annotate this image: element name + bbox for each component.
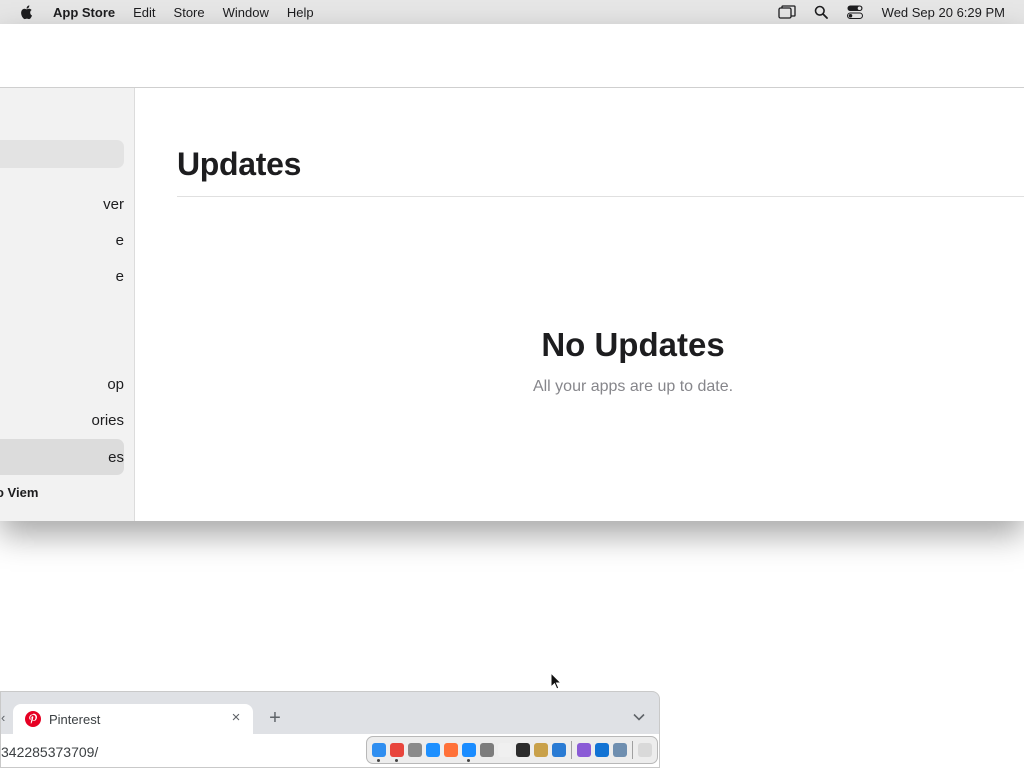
sidebar-item-develop[interactable]: op <box>0 369 124 399</box>
dock <box>366 736 658 764</box>
empty-state-title: No Updates <box>541 326 725 363</box>
window-titlebar[interactable] <box>0 24 1024 88</box>
page-title: Updates <box>177 146 302 182</box>
firefox-icon[interactable] <box>444 743 458 757</box>
app-store-window: ver e e op ories es o Viem Updates No Up… <box>0 24 1024 521</box>
finder-icon[interactable] <box>372 743 386 762</box>
tab-scroll-left[interactable]: ‹ <box>1 710 5 725</box>
sidebar-item-label: e <box>115 231 124 249</box>
apple-icon[interactable] <box>19 4 35 20</box>
chrome-icon[interactable] <box>390 743 404 762</box>
terminal-icon[interactable] <box>516 743 530 757</box>
launchpad-icon[interactable] <box>408 743 422 757</box>
title-divider <box>177 196 1024 197</box>
sidebar-item-label: ories <box>91 411 124 429</box>
chevron-down-icon[interactable] <box>631 709 647 725</box>
menu-window[interactable]: Window <box>223 5 269 20</box>
sidebar-search-field[interactable] <box>0 140 124 168</box>
sidebar-item-create[interactable]: e <box>0 261 124 291</box>
control-center-icon[interactable] <box>846 4 864 20</box>
main-content: Updates No Updates All your apps are up … <box>136 88 1024 521</box>
dock-running-indicator <box>467 759 470 762</box>
close-tab-icon[interactable]: × <box>229 710 243 725</box>
address-bar[interactable]: 342285373709/ <box>1 744 98 760</box>
screenshot-icon[interactable] <box>613 743 627 757</box>
sidebar-item-label: op <box>107 375 124 393</box>
empty-state-subtitle: All your apps are up to date. <box>532 378 734 395</box>
pinterest-icon <box>25 711 41 727</box>
outlook-icon[interactable] <box>595 743 609 757</box>
vscode-icon[interactable] <box>552 743 566 757</box>
spotlight-search-icon[interactable] <box>812 4 830 20</box>
mouse-cursor-icon <box>550 672 562 690</box>
menu-store[interactable]: Store <box>174 5 205 20</box>
menu-app-store[interactable]: App Store <box>53 5 115 20</box>
trash-icon[interactable] <box>638 743 652 757</box>
sidebar-item-label: e <box>115 267 124 285</box>
visual-studio-icon[interactable] <box>577 743 591 757</box>
menu-bar: App Store Edit Store Window Help Wed Sep <box>0 0 1024 24</box>
textedit-icon[interactable] <box>498 743 512 757</box>
browser-tab-pinterest[interactable]: Pinterest × <box>13 704 253 734</box>
menu-help[interactable]: Help <box>287 5 314 20</box>
sidebar-item-discover[interactable]: ver <box>0 189 124 219</box>
sidebar: ver e e op ories es o Viem <box>0 88 135 521</box>
sidebar-item-label: es <box>108 448 124 466</box>
new-tab-button[interactable]: + <box>265 707 285 729</box>
app-store-icon[interactable] <box>462 743 476 762</box>
sidebar-item-label: ver <box>103 195 124 213</box>
sidebar-item-categories[interactable]: ories <box>0 405 124 435</box>
dock-separator <box>571 741 572 759</box>
script-editor-icon[interactable] <box>534 743 548 757</box>
dock-running-indicator <box>395 759 398 762</box>
safari-icon[interactable] <box>426 743 440 757</box>
sidebar-item-updates[interactable]: es <box>0 439 124 475</box>
system-settings-icon[interactable] <box>480 743 494 757</box>
dock-separator <box>632 741 633 759</box>
menu-edit[interactable]: Edit <box>133 5 155 20</box>
dock-running-indicator <box>377 759 380 762</box>
menu-clock[interactable]: Wed Sep 20 6:29 PM <box>882 5 1005 20</box>
sidebar-account-name[interactable]: o Viem <box>0 485 38 500</box>
screen-mirroring-icon[interactable] <box>778 4 796 20</box>
sidebar-item-arcade[interactable]: e <box>0 225 124 255</box>
tab-title: Pinterest <box>49 711 101 727</box>
